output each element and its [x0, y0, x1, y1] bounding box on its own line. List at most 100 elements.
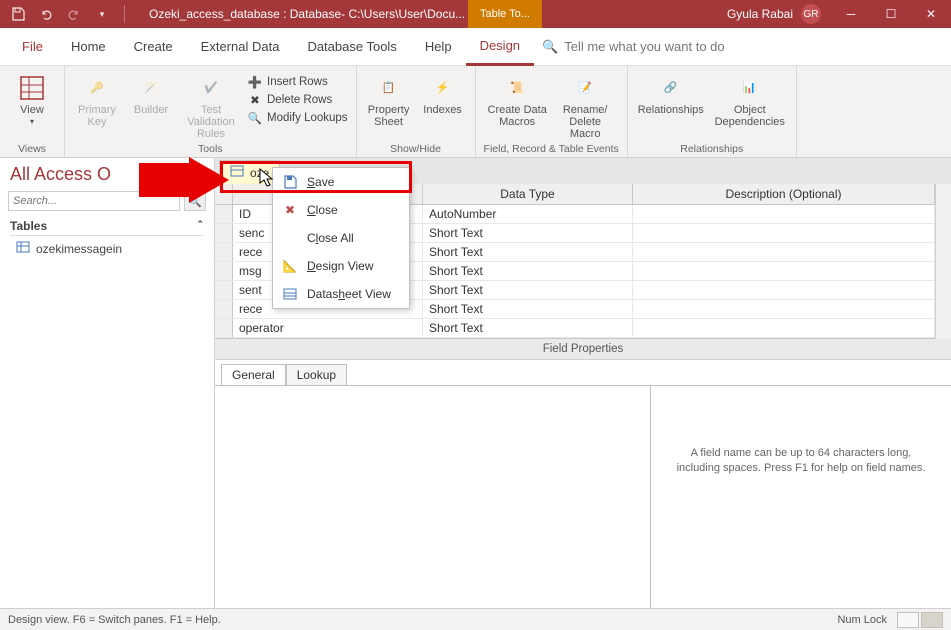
description-cell[interactable]: [633, 262, 935, 280]
data-type-cell[interactable]: Short Text: [423, 281, 633, 299]
contextual-tab-table-tools[interactable]: Table To...: [468, 0, 542, 28]
row-selector[interactable]: [215, 300, 233, 318]
user-avatar: GR: [801, 4, 821, 24]
close-all-icon: [281, 229, 299, 247]
row-selector[interactable]: [215, 319, 233, 337]
save-icon[interactable]: [6, 2, 30, 26]
tab-external-data[interactable]: External Data: [187, 28, 294, 66]
group-tools-label: Tools: [198, 141, 223, 155]
tab-home[interactable]: Home: [57, 28, 120, 66]
vertical-scrollbar[interactable]: [935, 184, 951, 339]
relationships-icon: 🔗: [657, 74, 685, 102]
builder-button[interactable]: 🪄 Builder: [127, 70, 175, 116]
rename-delete-macro-button[interactable]: 📝 Rename/ Delete Macro: [554, 70, 616, 140]
tab-database-tools[interactable]: Database Tools: [293, 28, 410, 66]
save-icon: [281, 173, 299, 191]
tab-lookup[interactable]: Lookup: [286, 364, 347, 386]
tab-design[interactable]: Design: [466, 28, 534, 66]
minimize-button[interactable]: ─: [831, 0, 871, 28]
description-cell[interactable]: [633, 319, 935, 337]
close-button[interactable]: ✕: [911, 0, 951, 28]
qat-dropdown-icon[interactable]: ▾: [90, 2, 114, 26]
field-name-cell[interactable]: operator: [233, 319, 423, 337]
numlock-indicator: Num Lock: [837, 614, 887, 626]
nav-pane-title[interactable]: All Access O: [0, 158, 214, 187]
data-type-cell[interactable]: Short Text: [423, 319, 633, 337]
description-cell[interactable]: [633, 205, 935, 223]
rename-macro-icon: 📝: [571, 74, 599, 102]
col-data-type-header[interactable]: Data Type: [423, 184, 633, 204]
view-design-button[interactable]: [921, 612, 943, 628]
tab-general[interactable]: General: [221, 364, 286, 386]
ctx-close[interactable]: ✖ Close: [273, 196, 409, 224]
properties-grid[interactable]: [215, 386, 651, 608]
relationships-button[interactable]: 🔗 Relationships: [636, 70, 706, 116]
row-selector-header[interactable]: [215, 184, 233, 204]
ctx-datasheet-view-label: Datasheet View: [307, 287, 391, 301]
search-input[interactable]: [8, 191, 180, 211]
tab-file[interactable]: File: [8, 28, 57, 66]
grid-icon: [18, 74, 46, 102]
row-selector[interactable]: [215, 243, 233, 261]
description-cell[interactable]: [633, 300, 935, 318]
ctx-save[interactable]: Save: [273, 168, 409, 196]
ctx-design-view[interactable]: 📐 Design View: [273, 252, 409, 280]
view-datasheet-button[interactable]: [897, 612, 919, 628]
view-button[interactable]: View ▾: [8, 70, 56, 127]
nav-item-ozekimessagein[interactable]: ozekimessagein: [10, 236, 204, 261]
status-text: Design view. F6 = Switch panes. F1 = Hel…: [8, 614, 221, 626]
table-row[interactable]: operatorShort Text: [215, 319, 935, 338]
ctx-datasheet-view[interactable]: Datasheet View: [273, 280, 409, 308]
ctx-close-all[interactable]: Close All: [273, 224, 409, 252]
row-selector[interactable]: [215, 281, 233, 299]
description-cell[interactable]: [633, 243, 935, 261]
table-icon: [16, 240, 30, 257]
data-type-cell[interactable]: Short Text: [423, 243, 633, 261]
row-selector[interactable]: [215, 262, 233, 280]
undo-icon[interactable]: [34, 2, 58, 26]
primary-key-button[interactable]: 🔑 Primary Key: [73, 70, 121, 128]
search-button[interactable]: 🔍: [184, 191, 206, 211]
data-type-cell[interactable]: Short Text: [423, 224, 633, 242]
maximize-button[interactable]: ☐: [871, 0, 911, 28]
tell-me-label: Tell me what you want to do: [564, 39, 724, 54]
data-type-cell[interactable]: Short Text: [423, 262, 633, 280]
quick-access-toolbar: ▾: [0, 2, 120, 26]
group-showhide-label: Show/Hide: [390, 141, 441, 155]
search-icon: 🔍: [188, 195, 202, 208]
insert-rows-icon: ➕: [247, 74, 263, 90]
user-area[interactable]: Gyula Rabai GR: [727, 4, 821, 24]
nav-group-tables[interactable]: Tables⌃: [10, 219, 204, 236]
delete-rows-button[interactable]: ✖Delete Rows: [247, 92, 348, 108]
tell-me-search[interactable]: 🔍 Tell me what you want to do: [542, 39, 725, 55]
datasheet-view-icon: [281, 285, 299, 303]
properties-info-text: A field name can be up to 64 characters …: [651, 386, 951, 608]
group-events-label: Field, Record & Table Events: [484, 141, 619, 155]
data-type-cell[interactable]: AutoNumber: [423, 205, 633, 223]
field-properties-tabs: General Lookup: [215, 360, 951, 385]
test-validation-button[interactable]: ✔️ Test Validation Rules: [181, 70, 241, 140]
status-bar: Design view. F6 = Switch panes. F1 = Hel…: [0, 608, 951, 630]
delete-rows-icon: ✖: [247, 92, 263, 108]
modify-lookups-button[interactable]: 🔍Modify Lookups: [247, 110, 348, 126]
indexes-button[interactable]: ⚡ Indexes: [419, 70, 467, 116]
row-selector[interactable]: [215, 205, 233, 223]
data-type-cell[interactable]: Short Text: [423, 300, 633, 318]
group-relationships-label: Relationships: [680, 141, 743, 155]
design-view-icon: 📐: [281, 257, 299, 275]
macro-icon: 📜: [503, 74, 531, 102]
title-bar: ▾ Ozeki_access_database : Database- C:\U…: [0, 0, 951, 28]
property-sheet-button[interactable]: 📋 Property Sheet: [365, 70, 413, 128]
insert-rows-button[interactable]: ➕Insert Rows: [247, 74, 348, 90]
description-cell[interactable]: [633, 224, 935, 242]
tab-create[interactable]: Create: [120, 28, 187, 66]
object-dependencies-button[interactable]: 📊 Object Dependencies: [712, 70, 788, 128]
row-selector[interactable]: [215, 224, 233, 242]
ctx-close-label: Close: [307, 203, 338, 217]
description-cell[interactable]: [633, 281, 935, 299]
search-icon: 🔍: [542, 39, 558, 55]
tab-help[interactable]: Help: [411, 28, 466, 66]
col-description-header[interactable]: Description (Optional): [633, 184, 935, 204]
create-data-macros-button[interactable]: 📜 Create Data Macros: [486, 70, 548, 128]
redo-icon[interactable]: [62, 2, 86, 26]
